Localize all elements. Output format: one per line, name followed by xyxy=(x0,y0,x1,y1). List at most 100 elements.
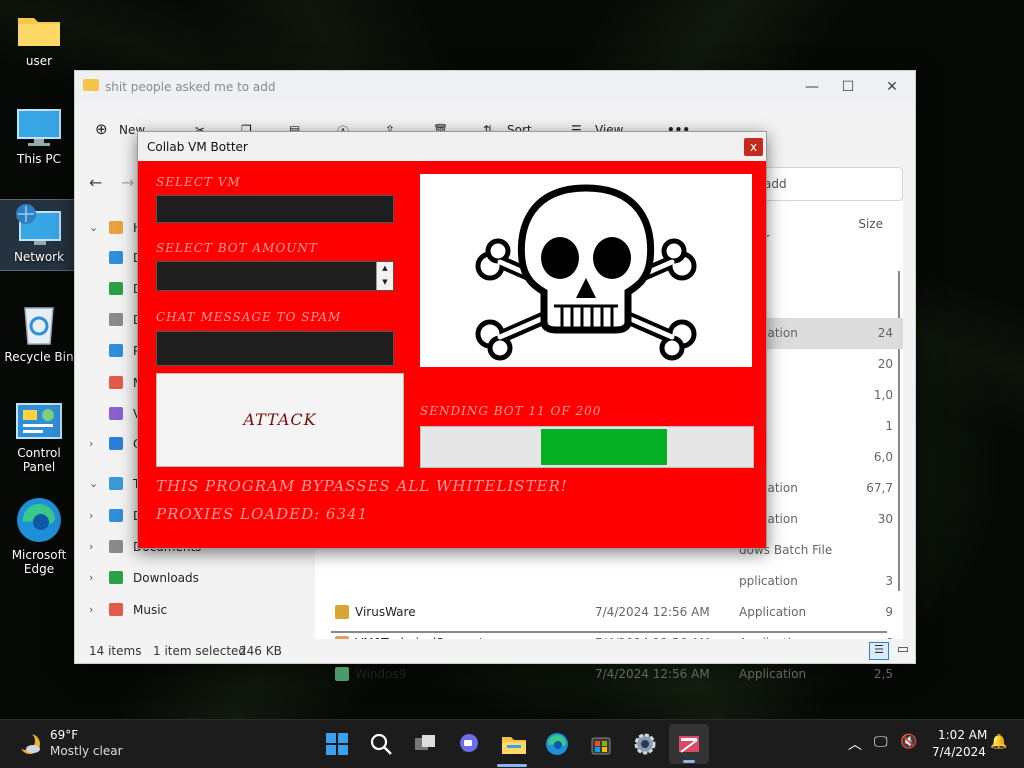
store-icon[interactable] xyxy=(589,732,613,756)
file-size: 1 xyxy=(885,419,893,433)
sidebar-item-icon xyxy=(109,251,123,264)
select-vm-label: SELECT VM xyxy=(156,175,241,189)
chat-message-label: CHAT MESSAGE TO SPAM xyxy=(156,310,342,324)
explorer-title: shit people asked me to add xyxy=(105,80,276,94)
sidebar-item-icon xyxy=(109,509,123,522)
edge-icon[interactable] xyxy=(545,732,569,756)
clock-date[interactable]: 7/4/2024 xyxy=(932,745,986,759)
bot-close-button[interactable]: x xyxy=(744,138,763,156)
sidebar-item-icon xyxy=(109,344,123,357)
search-box[interactable]: add xyxy=(755,167,903,201)
monitor-icon xyxy=(17,109,61,146)
chevron-icon[interactable]: › xyxy=(89,571,93,584)
bot-titlebar[interactable]: Collab VM Botter x xyxy=(138,132,766,161)
start-windows-icon[interactable] xyxy=(325,732,349,756)
chevron-icon[interactable]: › xyxy=(89,437,93,450)
task-view-icon[interactable] xyxy=(413,732,437,756)
skull-image xyxy=(420,174,752,367)
chat-icon[interactable] xyxy=(457,732,481,756)
sidebar-item-icon xyxy=(109,477,123,490)
file-size: 2,5 xyxy=(873,667,893,681)
bot-window: Collab VM Botter x SELECT VM SELECT BOT … xyxy=(137,131,767,549)
item-count: 14 items xyxy=(89,644,142,658)
sidebar-item-icon xyxy=(109,376,123,389)
sidebar-item-icon xyxy=(109,282,123,295)
sidebar-item-icon xyxy=(109,437,123,450)
desktop-icon-control-panel[interactable]: Control Panel xyxy=(0,402,78,474)
file-size: 30 xyxy=(877,512,893,526)
bot-amount-stepper[interactable]: ▲ ▼ xyxy=(156,261,394,291)
settings-gear-icon[interactable] xyxy=(633,732,657,756)
horizontal-scrollbar[interactable] xyxy=(331,631,887,633)
details-view-icon[interactable]: ☰ xyxy=(869,642,889,660)
bot-app-taskbar-button[interactable] xyxy=(669,724,709,764)
search-input[interactable]: add xyxy=(764,177,787,191)
chevron-icon[interactable]: ⌄ xyxy=(89,477,98,490)
sidebar-item-icon xyxy=(109,221,123,234)
bypass-text: THIS PROGRAM BYPASSES ALL WHITELISTER! xyxy=(156,477,568,495)
selection-count: 1 item selected xyxy=(153,644,247,658)
sidebar-item-icon xyxy=(109,540,123,553)
clock-time[interactable]: 1:02 AM xyxy=(938,728,987,742)
close-icon[interactable]: ✕ xyxy=(877,77,907,97)
back-arrow-icon[interactable]: ← xyxy=(89,173,102,192)
chevron-up-icon[interactable]: ︿ xyxy=(848,734,862,754)
attack-button[interactable]: ATTACK xyxy=(156,373,404,467)
select-vm-field[interactable] xyxy=(156,195,394,223)
desktop-icon-this-pc[interactable]: This PC xyxy=(0,108,78,166)
explorer-titlebar[interactable]: shit people asked me to add — ☐ ✕ xyxy=(75,71,915,103)
control-panel-icon xyxy=(16,403,62,439)
sidebar-item[interactable]: › Downloads xyxy=(75,563,297,593)
progress-bar xyxy=(420,426,754,468)
column-header-size[interactable]: Size xyxy=(858,217,883,231)
folder-icon xyxy=(83,79,99,91)
notification-icon[interactable]: 🔔 xyxy=(990,734,1007,750)
volume-muted-icon[interactable]: 🔇 xyxy=(900,734,917,750)
bot-body: SELECT VM SELECT BOT AMOUNT ▲ ▼ CHAT MES… xyxy=(138,161,766,548)
sidebar-item[interactable]: › Music xyxy=(75,595,297,625)
status-bar: 14 items 1 item selected 246 KB ☰ ▭ xyxy=(75,639,915,663)
search-icon[interactable] xyxy=(369,732,393,756)
desktop-icon-user[interactable]: user xyxy=(0,10,78,68)
chevron-icon[interactable]: › xyxy=(89,509,93,522)
desktop-icon-label: Network xyxy=(13,250,65,264)
file-size: 9 xyxy=(885,605,893,619)
selection-size: 246 KB xyxy=(239,644,282,658)
sidebar-item-label: Music xyxy=(133,603,168,617)
chevron-down-icon[interactable]: ▼ xyxy=(377,276,393,290)
forward-arrow-icon[interactable]: → xyxy=(121,173,134,192)
minimize-icon[interactable]: — xyxy=(797,77,827,97)
active-app-indicator xyxy=(497,764,527,767)
file-type: Application xyxy=(739,667,807,681)
chat-message-field[interactable] xyxy=(156,331,394,366)
desktop-icon-recycle-bin[interactable]: Recycle Bin xyxy=(0,302,78,364)
chevron-up-icon[interactable]: ▲ xyxy=(377,262,393,276)
network-icon[interactable]: 🖵 xyxy=(874,734,888,750)
desktop-icon-network[interactable]: Network xyxy=(0,199,79,271)
file-size: 24 xyxy=(877,326,893,340)
table-row[interactable]: Windos9 7/4/2024 12:56 AM Application 2,5 xyxy=(315,659,903,690)
file-type: Application xyxy=(739,605,807,619)
maximize-icon[interactable]: ☐ xyxy=(833,77,863,97)
bot-amount-label: SELECT BOT AMOUNT xyxy=(156,241,318,255)
table-row[interactable]: VirusWare 7/4/2024 12:56 AM Application 9 xyxy=(315,597,903,628)
stepper-buttons[interactable]: ▲ ▼ xyxy=(376,262,393,290)
desktop-icon-edge[interactable]: Microsoft Edge xyxy=(0,496,78,576)
bot-app-icon xyxy=(679,736,699,753)
file-size: 1,0 xyxy=(873,388,893,402)
progress-fill xyxy=(541,429,667,465)
file-icon xyxy=(335,605,349,619)
plus-icon[interactable]: ⊕ xyxy=(95,120,108,138)
file-icon xyxy=(335,667,349,681)
table-row[interactable]: pplication 3 xyxy=(315,566,903,597)
chevron-icon[interactable]: ⌄ xyxy=(89,221,98,234)
sidebar-item-icon xyxy=(109,603,123,616)
sidebar-item-icon xyxy=(109,407,123,420)
chevron-icon[interactable]: › xyxy=(89,603,93,616)
chevron-icon[interactable]: › xyxy=(89,540,93,553)
tiles-view-icon[interactable]: ▭ xyxy=(897,642,909,657)
file-explorer-icon[interactable] xyxy=(501,732,526,756)
taskbar: 69°F Mostly clear ︿ 🖵 🔇 1:02 AM 7/4/2024… xyxy=(0,719,1024,768)
sidebar-item-icon xyxy=(109,571,123,584)
weather-moon-icon[interactable] xyxy=(17,732,42,756)
